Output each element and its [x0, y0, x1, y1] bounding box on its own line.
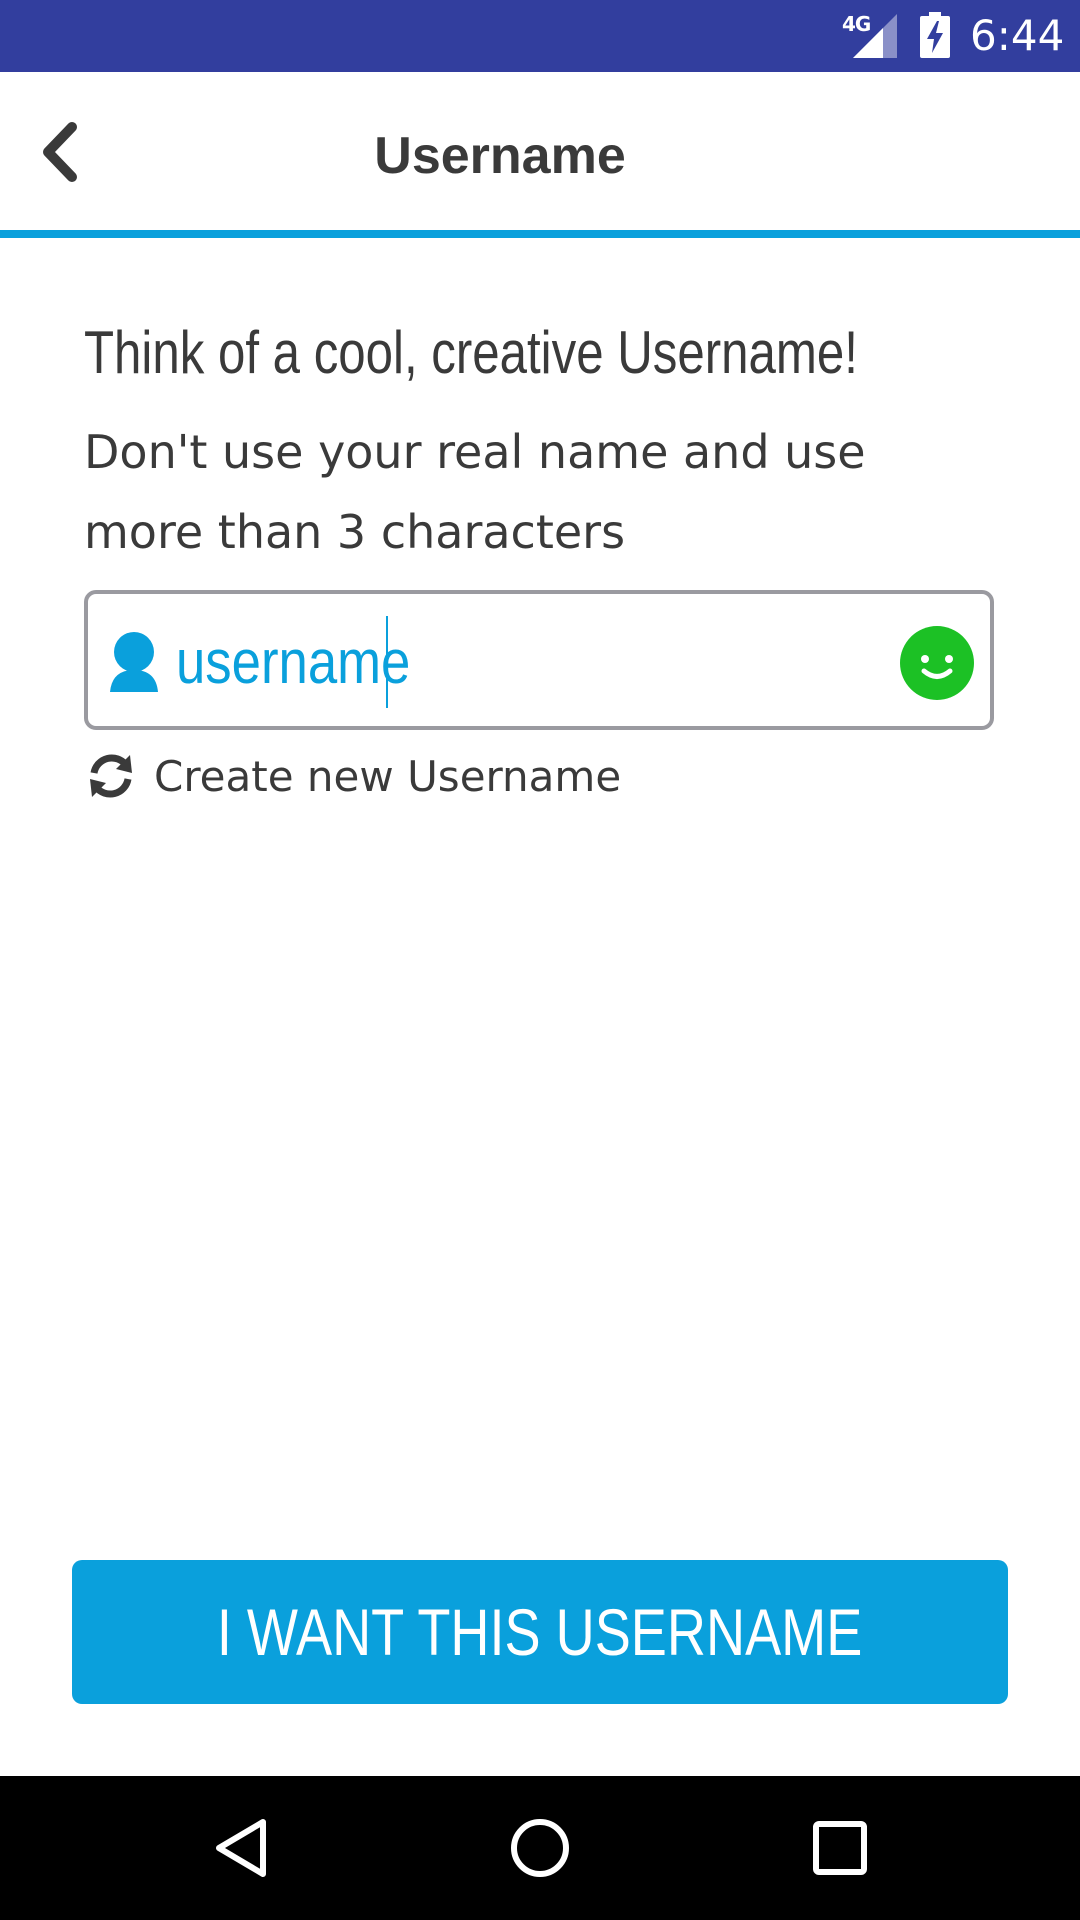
home-circle-icon: [511, 1819, 569, 1877]
app-bar: Username: [0, 72, 1080, 238]
nav-back-button[interactable]: [201, 1808, 281, 1888]
navigation-bar: [0, 1776, 1080, 1920]
signal-icon: [853, 14, 897, 58]
back-triangle-icon: [216, 1819, 266, 1877]
recents-square-icon: [813, 1821, 867, 1875]
status-bar: 4G 6:44: [0, 0, 1080, 72]
status-time: 6:44: [970, 11, 1065, 60]
create-new-username-label: Create new Username: [154, 751, 622, 801]
confirm-username-button[interactable]: I WANT THIS USERNAME: [72, 1560, 1008, 1704]
username-input[interactable]: [176, 612, 703, 712]
screen: 4G 6:44 Username Think of a cool, creati…: [0, 0, 1080, 1920]
headline: Think of a cool, creative Username!: [84, 319, 858, 386]
text-cursor: [386, 616, 388, 708]
confirm-username-label: I WANT THIS USERNAME: [217, 1595, 863, 1669]
instructions-text: Don't use your real name and use more th…: [84, 425, 866, 559]
user-icon: [110, 632, 158, 692]
refresh-icon: [90, 754, 132, 798]
create-new-username-button[interactable]: Create new Username: [84, 746, 621, 806]
nav-home-button[interactable]: [500, 1808, 580, 1888]
username-field[interactable]: [84, 590, 994, 730]
battery-charging-icon: [920, 12, 950, 58]
smiley-icon: [900, 626, 974, 700]
nav-recents-button[interactable]: [800, 1808, 880, 1888]
page-title: Username: [374, 127, 626, 185]
